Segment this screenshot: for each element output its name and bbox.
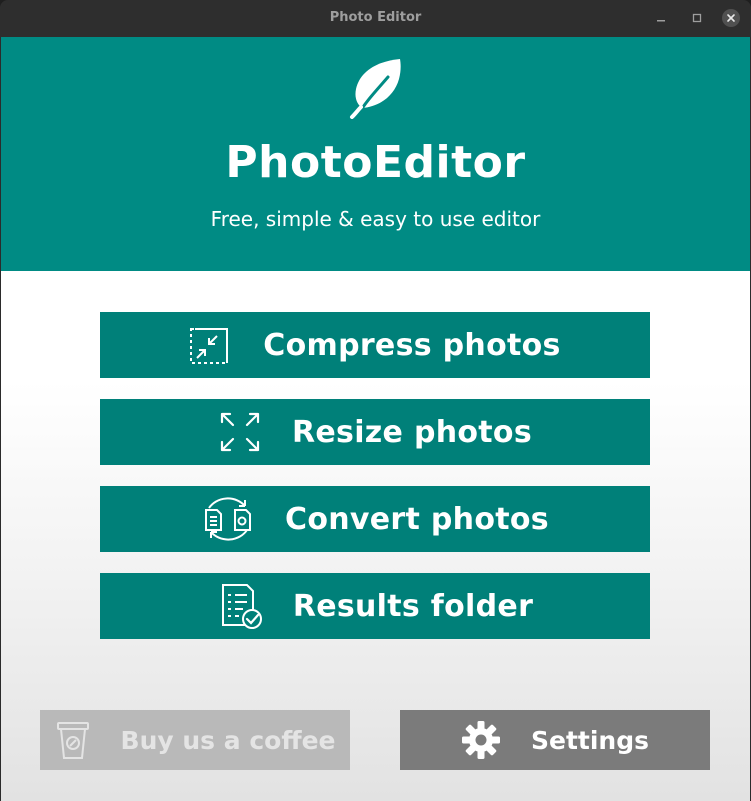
resize-photos-label: Resize photos xyxy=(292,414,532,450)
app-tagline: Free, simple & easy to use editor xyxy=(210,207,541,231)
maximize-icon xyxy=(692,13,702,23)
close-button[interactable] xyxy=(722,9,740,27)
convert-files-icon xyxy=(201,496,255,542)
maximize-button[interactable] xyxy=(688,9,706,27)
header-banner: PhotoEditor Free, simple & easy to use e… xyxy=(1,37,750,271)
title-bar[interactable]: Photo Editor xyxy=(0,0,751,37)
results-document-icon xyxy=(217,583,263,629)
settings-label: Settings xyxy=(530,725,649,755)
results-folder-label: Results folder xyxy=(292,588,534,624)
compress-icon xyxy=(189,324,233,366)
coffee-cup-icon xyxy=(55,720,91,760)
buy-coffee-button[interactable]: Buy us a coffee xyxy=(40,710,350,770)
compress-photos-button[interactable]: Compress photos xyxy=(100,312,650,378)
window-title: Photo Editor xyxy=(329,10,422,25)
minimize-icon xyxy=(657,20,665,22)
resize-photos-button[interactable]: Resize photos xyxy=(100,399,650,465)
minimize-button[interactable] xyxy=(652,9,670,27)
gear-icon xyxy=(461,720,501,760)
app-title: PhotoEditor xyxy=(225,137,526,188)
resize-arrows-icon xyxy=(218,410,262,454)
leaf-icon xyxy=(350,59,401,119)
app-window: Photo Editor PhotoEditor Free, simple & … xyxy=(0,0,751,801)
close-icon xyxy=(727,14,735,22)
compress-photos-label: Compress photos xyxy=(263,327,561,363)
convert-photos-label: Convert photos xyxy=(285,501,549,537)
buy-coffee-label: Buy us a coffee xyxy=(120,725,336,755)
main-content: PhotoEditor Free, simple & easy to use e… xyxy=(1,37,750,801)
convert-photos-button[interactable]: Convert photos xyxy=(100,486,650,552)
settings-button[interactable]: Settings xyxy=(400,710,710,770)
results-folder-button[interactable]: Results folder xyxy=(100,573,650,639)
